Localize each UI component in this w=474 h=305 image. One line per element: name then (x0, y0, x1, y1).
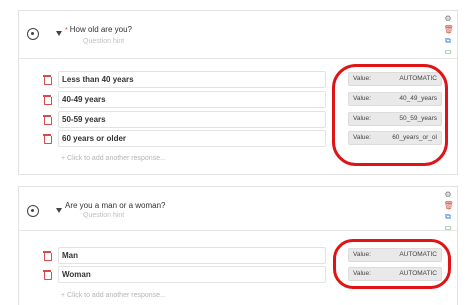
value-text: 50_59_years (399, 115, 437, 122)
question-title[interactable]: Are you a man or a woman? (65, 201, 166, 210)
copy-icon[interactable]: ⧉ (444, 37, 453, 45)
delete-response-icon[interactable] (43, 95, 52, 105)
required-mark: * (65, 27, 68, 34)
value-label: Value: (353, 270, 371, 277)
trash-icon[interactable]: 🗑 (444, 202, 454, 210)
gear-icon[interactable]: ⚙ (444, 191, 453, 199)
value-text: 60_years_or_ol (392, 134, 437, 141)
response-value-field[interactable]: Value: 60_years_or_ol (348, 131, 442, 145)
copy-icon[interactable]: ⧉ (444, 213, 453, 221)
drag-handle-icon[interactable] (27, 205, 39, 217)
response-value-field[interactable]: Value: 40_49_years (348, 92, 442, 106)
value-label: Value: (353, 251, 371, 258)
gear-icon[interactable]: ⚙ (444, 15, 453, 23)
response-label-field[interactable]: Woman (58, 266, 326, 283)
response-label-field[interactable]: 40-49 years (58, 91, 326, 108)
response-label-field[interactable]: Less than 40 years (58, 71, 326, 88)
value-label: Value: (353, 134, 371, 141)
trash-icon[interactable]: 🗑 (444, 26, 454, 34)
question-tools: ⚙ 🗑 ⧉ ▭ (441, 191, 455, 232)
question-header: * How old are you? Question hint (19, 11, 457, 59)
delete-response-icon[interactable] (43, 134, 52, 144)
response-value-field[interactable]: Value: AUTOMATIC (348, 72, 442, 86)
delete-response-icon[interactable] (43, 75, 52, 85)
delete-response-icon[interactable] (43, 270, 52, 280)
delete-response-icon[interactable] (43, 251, 52, 261)
question-title-text: How old are you? (69, 25, 132, 34)
response-label-field[interactable]: Man (58, 247, 326, 264)
move-icon[interactable]: ▭ (444, 224, 453, 232)
response-value-field[interactable]: Value: AUTOMATIC (348, 248, 442, 262)
question-card: Are you a man or a woman? Question hint … (18, 186, 458, 305)
response-value-field[interactable]: Value: AUTOMATIC (348, 267, 442, 281)
value-text: AUTOMATIC (399, 75, 437, 82)
value-text: AUTOMATIC (399, 270, 437, 277)
value-label: Value: (353, 95, 371, 102)
collapse-caret-icon[interactable] (56, 31, 62, 36)
add-response-link[interactable]: + Click to add another response... (61, 292, 166, 299)
delete-response-icon[interactable] (43, 115, 52, 125)
value-text: AUTOMATIC (399, 251, 437, 258)
value-label: Value: (353, 75, 371, 82)
value-label: Value: (353, 115, 371, 122)
response-label-field[interactable]: 60 years or older (58, 130, 326, 147)
response-value-field[interactable]: Value: 50_59_years (348, 112, 442, 126)
collapse-caret-icon[interactable] (56, 208, 62, 213)
question-tools: ⚙ 🗑 ⧉ ▭ (441, 15, 455, 56)
drag-handle-icon[interactable] (27, 28, 39, 40)
value-text: 40_49_years (399, 95, 437, 102)
question-hint[interactable]: Question hint (83, 38, 124, 45)
question-card: * How old are you? Question hint ⚙ 🗑 ⧉ ▭ … (18, 10, 458, 175)
move-icon[interactable]: ▭ (444, 48, 453, 56)
question-header: Are you a man or a woman? Question hint (19, 187, 457, 231)
question-title[interactable]: * How old are you? (65, 25, 132, 34)
add-response-link[interactable]: + Click to add another response... (61, 155, 166, 162)
question-hint[interactable]: Question hint (83, 212, 124, 219)
response-label-field[interactable]: 50-59 years (58, 111, 326, 128)
